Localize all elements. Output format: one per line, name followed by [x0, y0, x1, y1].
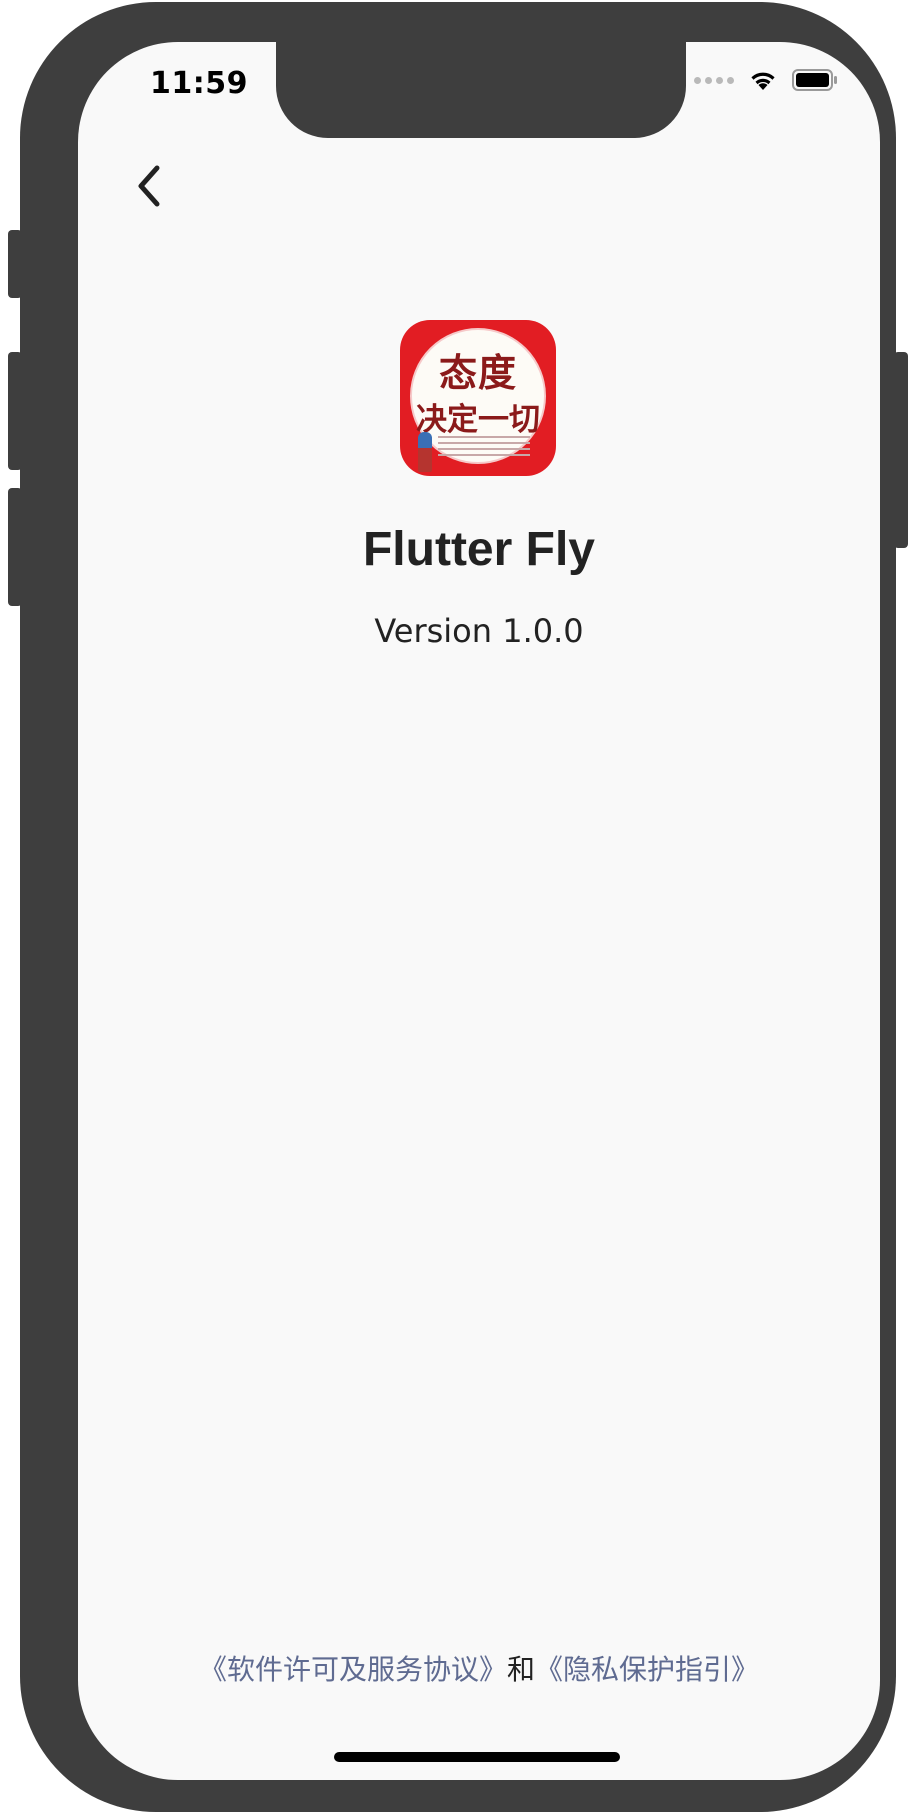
notch — [276, 42, 686, 138]
home-indicator[interactable] — [334, 1752, 620, 1762]
back-button[interactable] — [118, 154, 182, 218]
logo-title-line1: 态度 — [438, 350, 517, 395]
screen: 11:59 态度 决定一切 Flutter Fly Version 1.0.0 … — [78, 42, 880, 1780]
conjunction-text: 和 — [506, 1653, 535, 1686]
battery-icon — [792, 69, 837, 91]
privacy-policy-link[interactable]: 《隐私保护指引》 — [535, 1653, 759, 1686]
phone-frame: 11:59 态度 决定一切 Flutter Fly Version 1.0.0 … — [20, 2, 896, 1812]
legal-links: 《软件许可及服务协议》和《隐私保护指引》 — [78, 1648, 880, 1688]
license-agreement-link[interactable]: 《软件许可及服务协议》 — [199, 1653, 507, 1686]
power-button — [894, 352, 908, 548]
status-icons — [694, 68, 838, 92]
cellular-signal-icon — [694, 76, 734, 84]
app-name: Flutter Fly — [362, 523, 595, 576]
app-logo: 态度 决定一切 — [400, 320, 556, 476]
logo-fine-print — [438, 436, 530, 460]
logo-figure-illustration — [418, 432, 432, 472]
app-version: Version 1.0.0 — [374, 612, 584, 650]
wifi-icon — [751, 72, 775, 90]
status-time: 11:59 — [150, 66, 248, 101]
chevron-left-icon — [138, 165, 160, 207]
